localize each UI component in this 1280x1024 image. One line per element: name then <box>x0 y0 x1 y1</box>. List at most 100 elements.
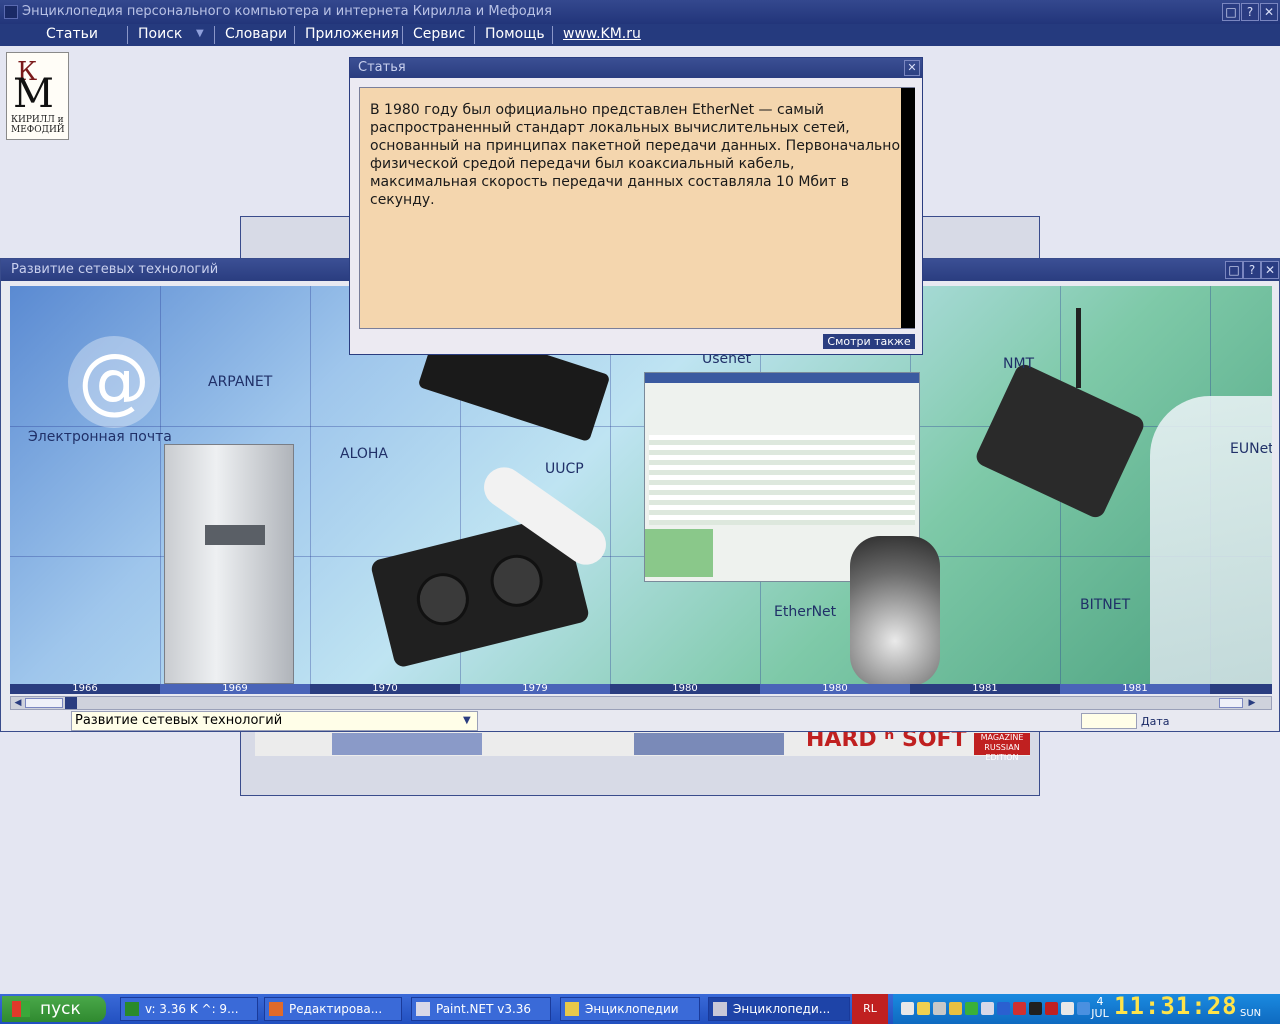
tray-icon[interactable] <box>1013 1002 1026 1015</box>
tray-icon[interactable] <box>1045 1002 1058 1015</box>
label-bitnet[interactable]: BITNET <box>1080 597 1130 613</box>
app-icon <box>713 1002 727 1016</box>
year-label[interactable]: 1980 <box>760 684 910 694</box>
tray-icon[interactable] <box>917 1002 930 1015</box>
folder-icon <box>565 1002 579 1016</box>
task-button-active[interactable]: Энциклопеди... <box>708 997 850 1021</box>
year-label[interactable]: 1981 <box>1060 684 1210 694</box>
topic-select[interactable]: Развитие сетевых технологий ▼ <box>71 711 478 731</box>
logo-letter-m: М <box>13 71 54 117</box>
paint-icon <box>416 1002 430 1016</box>
label-arpanet[interactable]: ARPANET <box>208 374 272 390</box>
year-label[interactable]: 1979 <box>460 684 610 694</box>
topic-select-value: Развитие сетевых технологий <box>75 713 283 728</box>
app-title: Энциклопедия персонального компьютера и … <box>22 4 552 19</box>
language-indicator[interactable]: RL <box>852 994 888 1024</box>
clock-date: 4 JUL <box>1091 995 1109 1020</box>
windows-flag-icon <box>12 1001 30 1017</box>
task-button[interactable]: Редактирова... <box>264 997 402 1021</box>
partner-logos-strip: HARD ⁿ SOFT MAGAZINE RUSSIAN EDITION <box>254 727 1032 762</box>
tray-icon[interactable] <box>1061 1002 1074 1015</box>
mobile-phone-image[interactable] <box>973 361 1147 521</box>
tray-icon[interactable] <box>997 1002 1010 1015</box>
clock-time[interactable]: 11:31:28 <box>1114 992 1238 1020</box>
menu-applications[interactable]: Приложения <box>305 24 399 46</box>
scroll-right-icon[interactable]: ▶ <box>1245 697 1259 709</box>
label-ethernet[interactable]: EtherNet <box>774 604 836 620</box>
year-row: 1966 1969 1970 1979 1980 1980 1981 1981 <box>10 684 1272 694</box>
app-icon <box>125 1002 139 1016</box>
search-dropdown-icon[interactable]: ▼ <box>196 24 204 46</box>
tray-icon[interactable] <box>1077 1002 1090 1015</box>
task-button[interactable]: Paint.NET v3.36 <box>411 997 551 1021</box>
see-also-button[interactable]: Смотри также <box>823 334 915 349</box>
menu-separator <box>402 26 403 44</box>
start-button[interactable]: пуск <box>2 996 106 1022</box>
scroll-thumb[interactable] <box>25 698 63 708</box>
tray-icon[interactable] <box>965 1002 978 1015</box>
km-logo: К М КИРИЛЛ и МЕФОДИЙ <box>6 52 69 140</box>
menu-bar: Статьи Поиск ▼ Словари Приложения Сервис… <box>0 24 1280 46</box>
screen-image <box>634 733 784 755</box>
tray-icon[interactable] <box>933 1002 946 1015</box>
start-label: пуск <box>40 999 81 1019</box>
grid-line <box>160 286 161 684</box>
coax-connector-image[interactable] <box>850 536 940 684</box>
label-aloha[interactable]: ALOHA <box>340 446 388 462</box>
chevron-down-icon[interactable]: ▼ <box>463 714 475 728</box>
antenna-image <box>1076 308 1081 388</box>
menu-dictionaries[interactable]: Словари <box>225 24 287 46</box>
close-button[interactable]: ✕ <box>1261 261 1279 279</box>
year-label[interactable]: 1980 <box>610 684 760 694</box>
app-icon <box>4 5 18 19</box>
scroll-thumb-right[interactable] <box>1219 698 1243 708</box>
year-label[interactable]: 1969 <box>160 684 310 694</box>
tray-icon[interactable] <box>981 1002 994 1015</box>
logo-caption: КИРИЛЛ и МЕФОДИЙ <box>11 115 65 135</box>
menu-search[interactable]: Поиск <box>138 24 182 46</box>
date-input[interactable] <box>1081 713 1137 729</box>
imp-cabinet-image[interactable] <box>164 444 294 684</box>
timeline-scrollbar[interactable]: ◀ ▶ <box>10 696 1272 710</box>
task-button[interactable]: Энциклопедии <box>560 997 700 1021</box>
menu-separator <box>294 26 295 44</box>
help-button[interactable]: ? <box>1241 3 1259 21</box>
taskbar: пуск v: 3.36 K ^: 9... Редактирова... Pa… <box>0 992 1280 1024</box>
article-scrollbar[interactable] <box>901 88 915 328</box>
browser-icon <box>269 1002 283 1016</box>
clock-weekday: SUN <box>1240 1008 1262 1019</box>
email-at-icon[interactable]: @ <box>68 336 160 428</box>
label-eunet[interactable]: EUNet <box>1230 441 1272 457</box>
year-label[interactable]: 1966 <box>10 684 160 694</box>
label-uucp[interactable]: UUCP <box>545 461 584 477</box>
menu-help[interactable]: Помощь <box>485 24 545 46</box>
year-label[interactable]: 1970 <box>310 684 460 694</box>
label-email[interactable]: Электронная почта <box>28 429 172 445</box>
article-dialog: Статья ✕ В 1980 году был официально пред… <box>349 57 923 355</box>
magazine-logo: MAGAZINE RUSSIAN EDITION <box>974 733 1030 762</box>
menu-km-link[interactable]: www.KM.ru <box>563 24 641 46</box>
restore-button[interactable]: □ <box>1222 3 1240 21</box>
pcb-image <box>332 733 482 755</box>
menu-service[interactable]: Сервис <box>413 24 465 46</box>
close-button[interactable]: ✕ <box>1260 3 1278 21</box>
menu-separator <box>552 26 553 44</box>
menu-articles[interactable]: Статьи <box>46 24 98 46</box>
date-label: Дата <box>1141 715 1170 728</box>
year-label[interactable]: 1981 <box>910 684 1060 694</box>
grid-line <box>310 286 311 684</box>
task-button[interactable]: v: 3.36 K ^: 9... <box>120 997 258 1021</box>
scroll-position-marker[interactable] <box>65 697 77 709</box>
tray-icon[interactable] <box>901 1002 914 1015</box>
maximize-button[interactable]: □ <box>1225 261 1243 279</box>
app-title-bar: Энциклопедия персонального компьютера и … <box>0 0 1280 24</box>
label-nmt[interactable]: NMT <box>1003 356 1034 372</box>
menu-separator <box>214 26 215 44</box>
tray-icon[interactable] <box>949 1002 962 1015</box>
article-title: Статья <box>350 58 922 78</box>
help-button[interactable]: ? <box>1243 261 1261 279</box>
tray-icon[interactable] <box>1029 1002 1042 1015</box>
scroll-left-icon[interactable]: ◀ <box>11 697 25 709</box>
close-icon[interactable]: ✕ <box>904 60 920 76</box>
hand-cable-image[interactable] <box>1150 396 1272 684</box>
